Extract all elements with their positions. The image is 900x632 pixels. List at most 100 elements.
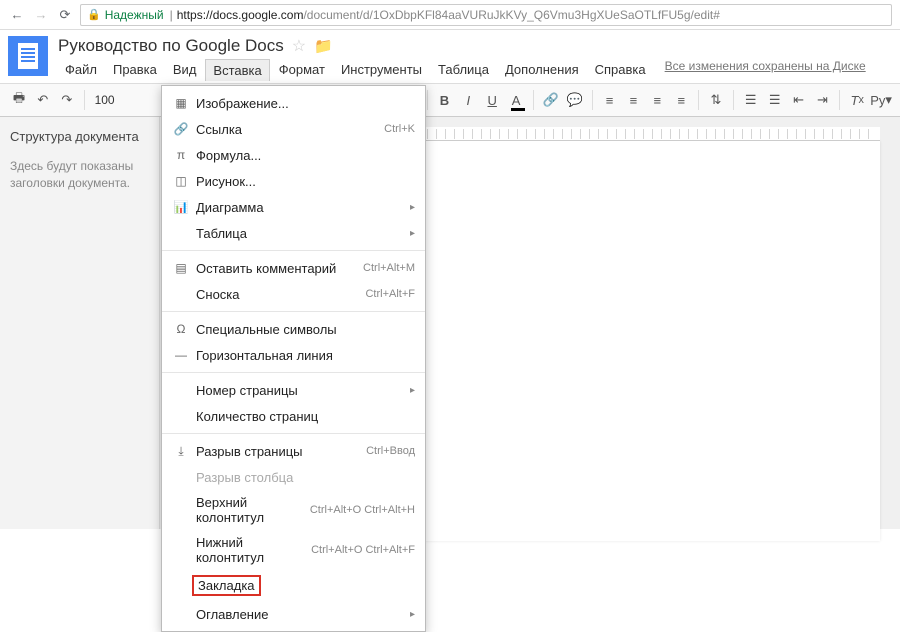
menu-item-label: Диаграмма [192, 200, 404, 215]
blank-icon [170, 606, 192, 622]
numbered-list-button[interactable]: ☰ [740, 87, 762, 113]
underline-button[interactable]: U [481, 87, 503, 113]
menu-item-label: Сноска [192, 287, 365, 302]
blank-icon [170, 542, 192, 558]
draw-icon: ◫ [170, 173, 192, 189]
insert-comment-button[interactable]: 💬 [564, 87, 586, 113]
outline-sidebar: Структура документа Здесь будут показаны… [0, 117, 160, 529]
blank-icon [170, 408, 192, 424]
doc-title[interactable]: Руководство по Google Docs [58, 36, 284, 56]
menu-правка[interactable]: Правка [106, 59, 164, 81]
separator [592, 90, 593, 110]
blank-icon [170, 578, 192, 594]
blank-icon [170, 286, 192, 302]
redo-button[interactable]: ↷ [56, 87, 78, 113]
omega-icon: Ω [170, 321, 192, 337]
reload-button[interactable]: ⟳ [56, 6, 74, 24]
menu-вид[interactable]: Вид [166, 59, 204, 81]
menu-item-label: Оглавление [192, 607, 404, 622]
secure-label: Надежный [105, 8, 164, 22]
app-header: Руководство по Google Docs ☆ 📁 ФайлПравк… [0, 30, 900, 81]
menu-item[interactable]: СноскаCtrl+Alt+F [162, 281, 425, 307]
chart-icon: 📊 [170, 199, 192, 215]
menu-shortcut: Ctrl+K [384, 123, 415, 135]
input-tools-button[interactable]: Ру ▾ [870, 87, 892, 113]
menu-item[interactable]: Таблица▸ [162, 220, 425, 246]
submenu-arrow-icon: ▸ [410, 202, 415, 213]
docs-logo[interactable] [8, 36, 48, 76]
menu-item[interactable]: Оглавление▸ [162, 601, 425, 627]
insert-link-button[interactable]: 🔗 [540, 87, 562, 113]
align-left-button[interactable]: ≡ [599, 87, 621, 113]
url-separator: | [170, 8, 173, 22]
indent-increase-button[interactable]: ⇥ [812, 87, 834, 113]
clear-formatting-button[interactable]: Tx [846, 87, 868, 113]
line-spacing-button[interactable]: ⇅ [705, 87, 727, 113]
menu-item[interactable]: ▤Оставить комментарийCtrl+Alt+M [162, 255, 425, 281]
comment-icon: ▤ [170, 260, 192, 276]
menu-item[interactable]: Номер страницы▸ [162, 377, 425, 403]
blank-icon [170, 502, 192, 518]
separator [698, 90, 699, 110]
menu-item[interactable]: ΩСпециальные символы [162, 316, 425, 342]
menu-item[interactable]: ◫Рисунок... [162, 168, 425, 194]
menu-справка[interactable]: Справка [588, 59, 653, 81]
pagebreak-icon: ⤓ [170, 443, 192, 459]
folder-icon[interactable]: 📁 [314, 37, 333, 55]
link-icon: 🔗 [170, 121, 192, 137]
menu-item-label: Количество страниц [192, 409, 415, 424]
bold-button[interactable]: B [433, 87, 455, 113]
print-button[interactable]: 🖶 [8, 87, 30, 113]
menu-item-label: Изображение... [192, 96, 415, 111]
align-center-button[interactable]: ≡ [622, 87, 644, 113]
menu-item[interactable]: —Горизонтальная линия [162, 342, 425, 368]
menu-вставка[interactable]: Вставка [205, 59, 269, 81]
menu-файл[interactable]: Файл [58, 59, 104, 81]
menu-separator [162, 433, 425, 434]
menu-дополнения[interactable]: Дополнения [498, 59, 586, 81]
menu-item-label: Ссылка [192, 122, 384, 137]
forward-button[interactable]: → [32, 6, 50, 24]
save-status[interactable]: Все изменения сохранены на Диске [665, 59, 866, 81]
indent-decrease-button[interactable]: ⇤ [788, 87, 810, 113]
blank-icon [170, 469, 192, 485]
menu-таблица[interactable]: Таблица [431, 59, 496, 81]
toolbar: 🖶 ↶ ↷ 100 B I U A 🔗 💬 ≡ ≡ ≡ ≡ ⇅ ☰ ☰ ⇤ ⇥ … [0, 83, 900, 117]
menu-item-label: Закладка [192, 575, 261, 596]
menu-shortcut: Ctrl+Alt+O Ctrl+Alt+F [311, 544, 415, 556]
url-bar[interactable]: 🔒 Надежный | https://docs.google.com/doc… [80, 4, 892, 26]
separator [533, 90, 534, 110]
align-right-button[interactable]: ≡ [646, 87, 668, 113]
undo-button[interactable]: ↶ [32, 87, 54, 113]
menu-инструменты[interactable]: Инструменты [334, 59, 429, 81]
italic-button[interactable]: I [457, 87, 479, 113]
url-path: /document/d/1OxDbpKFl84aaVURuJkKVy_Q6Vmu… [303, 8, 719, 22]
text-color-button[interactable]: A [505, 87, 527, 113]
sidebar-title: Структура документа [10, 129, 149, 144]
menu-item-label: Разрыв страницы [192, 444, 366, 459]
blank-icon [170, 382, 192, 398]
back-button[interactable]: ← [8, 6, 26, 24]
menu-item[interactable]: πФормула... [162, 142, 425, 168]
menu-item[interactable]: 📊Диаграмма ▸ [162, 194, 425, 220]
menu-item[interactable]: 🔗СсылкаCtrl+K [162, 116, 425, 142]
menu-item-label: Рисунок... [192, 174, 415, 189]
menu-item[interactable]: Верхний колонтитулCtrl+Alt+O Ctrl+Alt+H [162, 490, 425, 530]
bulleted-list-button[interactable]: ☰ [764, 87, 786, 113]
separator [839, 90, 840, 110]
menu-item[interactable]: Нижний колонтитулCtrl+Alt+O Ctrl+Alt+F [162, 530, 425, 570]
star-icon[interactable]: ☆ [292, 36, 306, 56]
menu-item[interactable]: Закладка [162, 570, 425, 601]
menu-item[interactable]: Количество страниц [162, 403, 425, 429]
menubar: ФайлПравкаВидВставкаФорматИнструментыТаб… [58, 59, 892, 81]
menu-shortcut: Ctrl+Ввод [366, 445, 415, 457]
menu-item[interactable]: ⤓Разрыв страницыCtrl+Ввод [162, 438, 425, 464]
menu-item-label: Верхний колонтитул [192, 495, 310, 525]
menu-separator [162, 250, 425, 251]
align-justify-button[interactable]: ≡ [670, 87, 692, 113]
menu-item-label: Таблица [192, 226, 404, 241]
menu-item[interactable]: ▦Изображение... [162, 90, 425, 116]
menu-shortcut: Ctrl+Alt+F [365, 288, 415, 300]
menu-формат[interactable]: Формат [272, 59, 332, 81]
zoom-select[interactable]: 100 [91, 93, 119, 107]
